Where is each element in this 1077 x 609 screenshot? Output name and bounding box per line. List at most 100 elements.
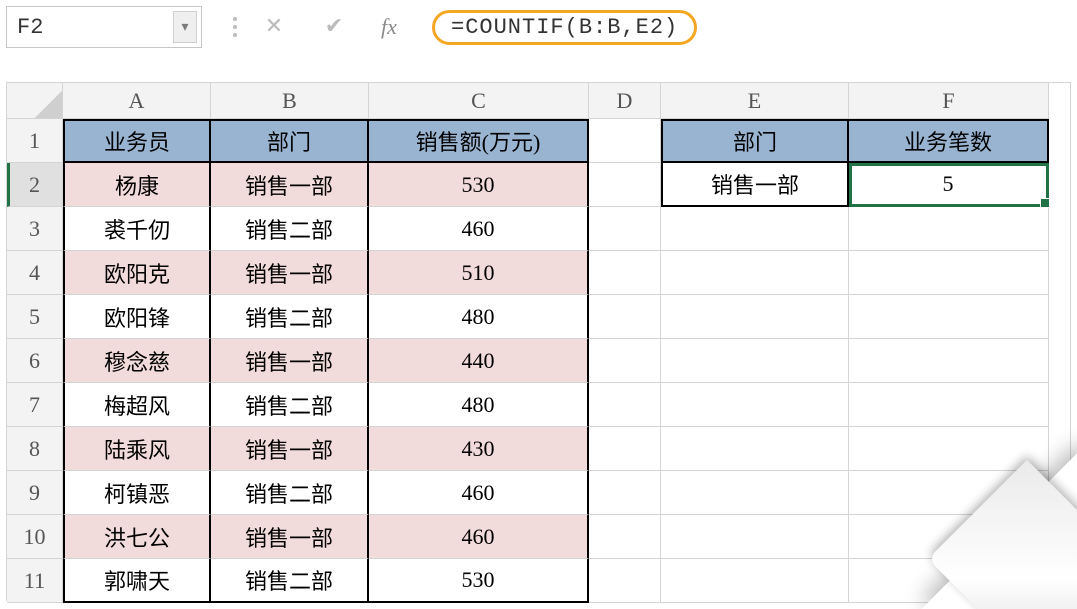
cell-A6[interactable]: 穆念慈 — [63, 339, 211, 383]
cell-F3[interactable] — [849, 207, 1049, 251]
cell-C6[interactable]: 440 — [369, 339, 589, 383]
row-4: 4 欧阳克 销售一部 510 — [7, 251, 1070, 295]
cell-F9[interactable] — [849, 471, 1049, 515]
cell-F5[interactable] — [849, 295, 1049, 339]
cell-F10[interactable] — [849, 515, 1049, 559]
row-header-3[interactable]: 3 — [7, 207, 63, 251]
cell-D2[interactable] — [589, 163, 661, 207]
formula-text: =COUNTIF(B:B,E2) — [432, 10, 697, 45]
row-header-6[interactable]: 6 — [7, 339, 63, 383]
cell-B9[interactable]: 销售二部 — [211, 471, 369, 515]
cell-D11[interactable] — [589, 559, 661, 603]
cell-D1[interactable] — [589, 119, 661, 163]
row-6: 6 穆念慈 销售一部 440 — [7, 339, 1070, 383]
cell-A11[interactable]: 郭啸天 — [63, 559, 211, 603]
cell-C7[interactable]: 480 — [369, 383, 589, 427]
cell-A4[interactable]: 欧阳克 — [63, 251, 211, 295]
cell-C5[interactable]: 480 — [369, 295, 589, 339]
cell-B4[interactable]: 销售一部 — [211, 251, 369, 295]
cell-B10[interactable]: 销售一部 — [211, 515, 369, 559]
cell-A5[interactable]: 欧阳锋 — [63, 295, 211, 339]
row-8: 8 陆乘风 销售一部 430 — [7, 427, 1070, 471]
cell-A8[interactable]: 陆乘风 — [63, 427, 211, 471]
cell-A7[interactable]: 梅超风 — [63, 383, 211, 427]
row-header-5[interactable]: 5 — [7, 295, 63, 339]
cell-D7[interactable] — [589, 383, 661, 427]
cell-D10[interactable] — [589, 515, 661, 559]
cell-E4[interactable] — [661, 251, 849, 295]
row-7: 7 梅超风 销售二部 480 — [7, 383, 1070, 427]
cell-E1[interactable]: 部门 — [661, 119, 849, 163]
cell-B1[interactable]: 部门 — [211, 119, 369, 163]
cell-E11[interactable] — [661, 559, 849, 603]
cell-C9[interactable]: 460 — [369, 471, 589, 515]
cell-F1[interactable]: 业务笔数 — [849, 119, 1049, 163]
cell-F7[interactable] — [849, 383, 1049, 427]
row-5: 5 欧阳锋 销售二部 480 — [7, 295, 1070, 339]
cell-D9[interactable] — [589, 471, 661, 515]
cell-D4[interactable] — [589, 251, 661, 295]
cell-E7[interactable] — [661, 383, 849, 427]
cell-A10[interactable]: 洪七公 — [63, 515, 211, 559]
cell-C2[interactable]: 530 — [369, 163, 589, 207]
row-header-10[interactable]: 10 — [7, 515, 63, 559]
cell-F6[interactable] — [849, 339, 1049, 383]
row-header-2[interactable]: 2 — [7, 163, 63, 207]
cell-E5[interactable] — [661, 295, 849, 339]
column-header-A[interactable]: A — [63, 83, 211, 119]
formula-bar: F2 ▾ ✕ ✔ fx =COUNTIF(B:B,E2) — [6, 6, 1071, 48]
cell-C8[interactable]: 430 — [369, 427, 589, 471]
cell-F2[interactable]: 5 — [849, 163, 1049, 207]
cell-B8[interactable]: 销售一部 — [211, 427, 369, 471]
cell-C10[interactable]: 460 — [369, 515, 589, 559]
cell-C11[interactable]: 530 — [369, 559, 589, 603]
column-header-C[interactable]: C — [369, 83, 589, 119]
cell-D5[interactable] — [589, 295, 661, 339]
cell-E2[interactable]: 销售一部 — [661, 163, 849, 207]
row-header-7[interactable]: 7 — [7, 383, 63, 427]
column-header-B[interactable]: B — [211, 83, 369, 119]
cell-B11[interactable]: 销售二部 — [211, 559, 369, 603]
formula-input[interactable]: =COUNTIF(B:B,E2) — [414, 6, 1071, 48]
fx-label[interactable]: fx — [364, 6, 414, 48]
cell-A3[interactable]: 裘千仞 — [63, 207, 211, 251]
check-icon: ✔ — [325, 14, 343, 40]
cell-C4[interactable]: 510 — [369, 251, 589, 295]
cell-E10[interactable] — [661, 515, 849, 559]
cell-E9[interactable] — [661, 471, 849, 515]
cell-F8[interactable] — [849, 427, 1049, 471]
cancel-formula-button[interactable]: ✕ — [244, 6, 304, 48]
cell-F11[interactable] — [849, 559, 1049, 603]
accept-formula-button[interactable]: ✔ — [304, 6, 364, 48]
cell-E6[interactable] — [661, 339, 849, 383]
cell-C1[interactable]: 销售额(万元) — [369, 119, 589, 163]
cell-B7[interactable]: 销售二部 — [211, 383, 369, 427]
cell-B5[interactable]: 销售二部 — [211, 295, 369, 339]
column-header-E[interactable]: E — [661, 83, 849, 119]
row-header-1[interactable]: 1 — [7, 119, 63, 163]
row-11: 11 郭啸天 销售二部 530 — [7, 559, 1070, 603]
select-all-triangle[interactable] — [7, 83, 63, 119]
cell-D3[interactable] — [589, 207, 661, 251]
name-box-dropdown-icon[interactable]: ▾ — [173, 11, 197, 43]
cell-B3[interactable]: 销售二部 — [211, 207, 369, 251]
cell-A2[interactable]: 杨康 — [63, 163, 211, 207]
name-box[interactable]: F2 ▾ — [6, 6, 202, 48]
column-header-F[interactable]: F — [849, 83, 1049, 119]
cell-F4[interactable] — [849, 251, 1049, 295]
row-header-8[interactable]: 8 — [7, 427, 63, 471]
cell-B2[interactable]: 销售一部 — [211, 163, 369, 207]
cell-E3[interactable] — [661, 207, 849, 251]
cell-A9[interactable]: 柯镇恶 — [63, 471, 211, 515]
cell-C3[interactable]: 460 — [369, 207, 589, 251]
cell-E8[interactable] — [661, 427, 849, 471]
cell-A1[interactable]: 业务员 — [63, 119, 211, 163]
row-header-9[interactable]: 9 — [7, 471, 63, 515]
cell-D6[interactable] — [589, 339, 661, 383]
row-3: 3 裘千仞 销售二部 460 — [7, 207, 1070, 251]
cell-B6[interactable]: 销售一部 — [211, 339, 369, 383]
column-header-D[interactable]: D — [589, 83, 661, 119]
row-header-4[interactable]: 4 — [7, 251, 63, 295]
row-header-11[interactable]: 11 — [7, 559, 63, 603]
cell-D8[interactable] — [589, 427, 661, 471]
